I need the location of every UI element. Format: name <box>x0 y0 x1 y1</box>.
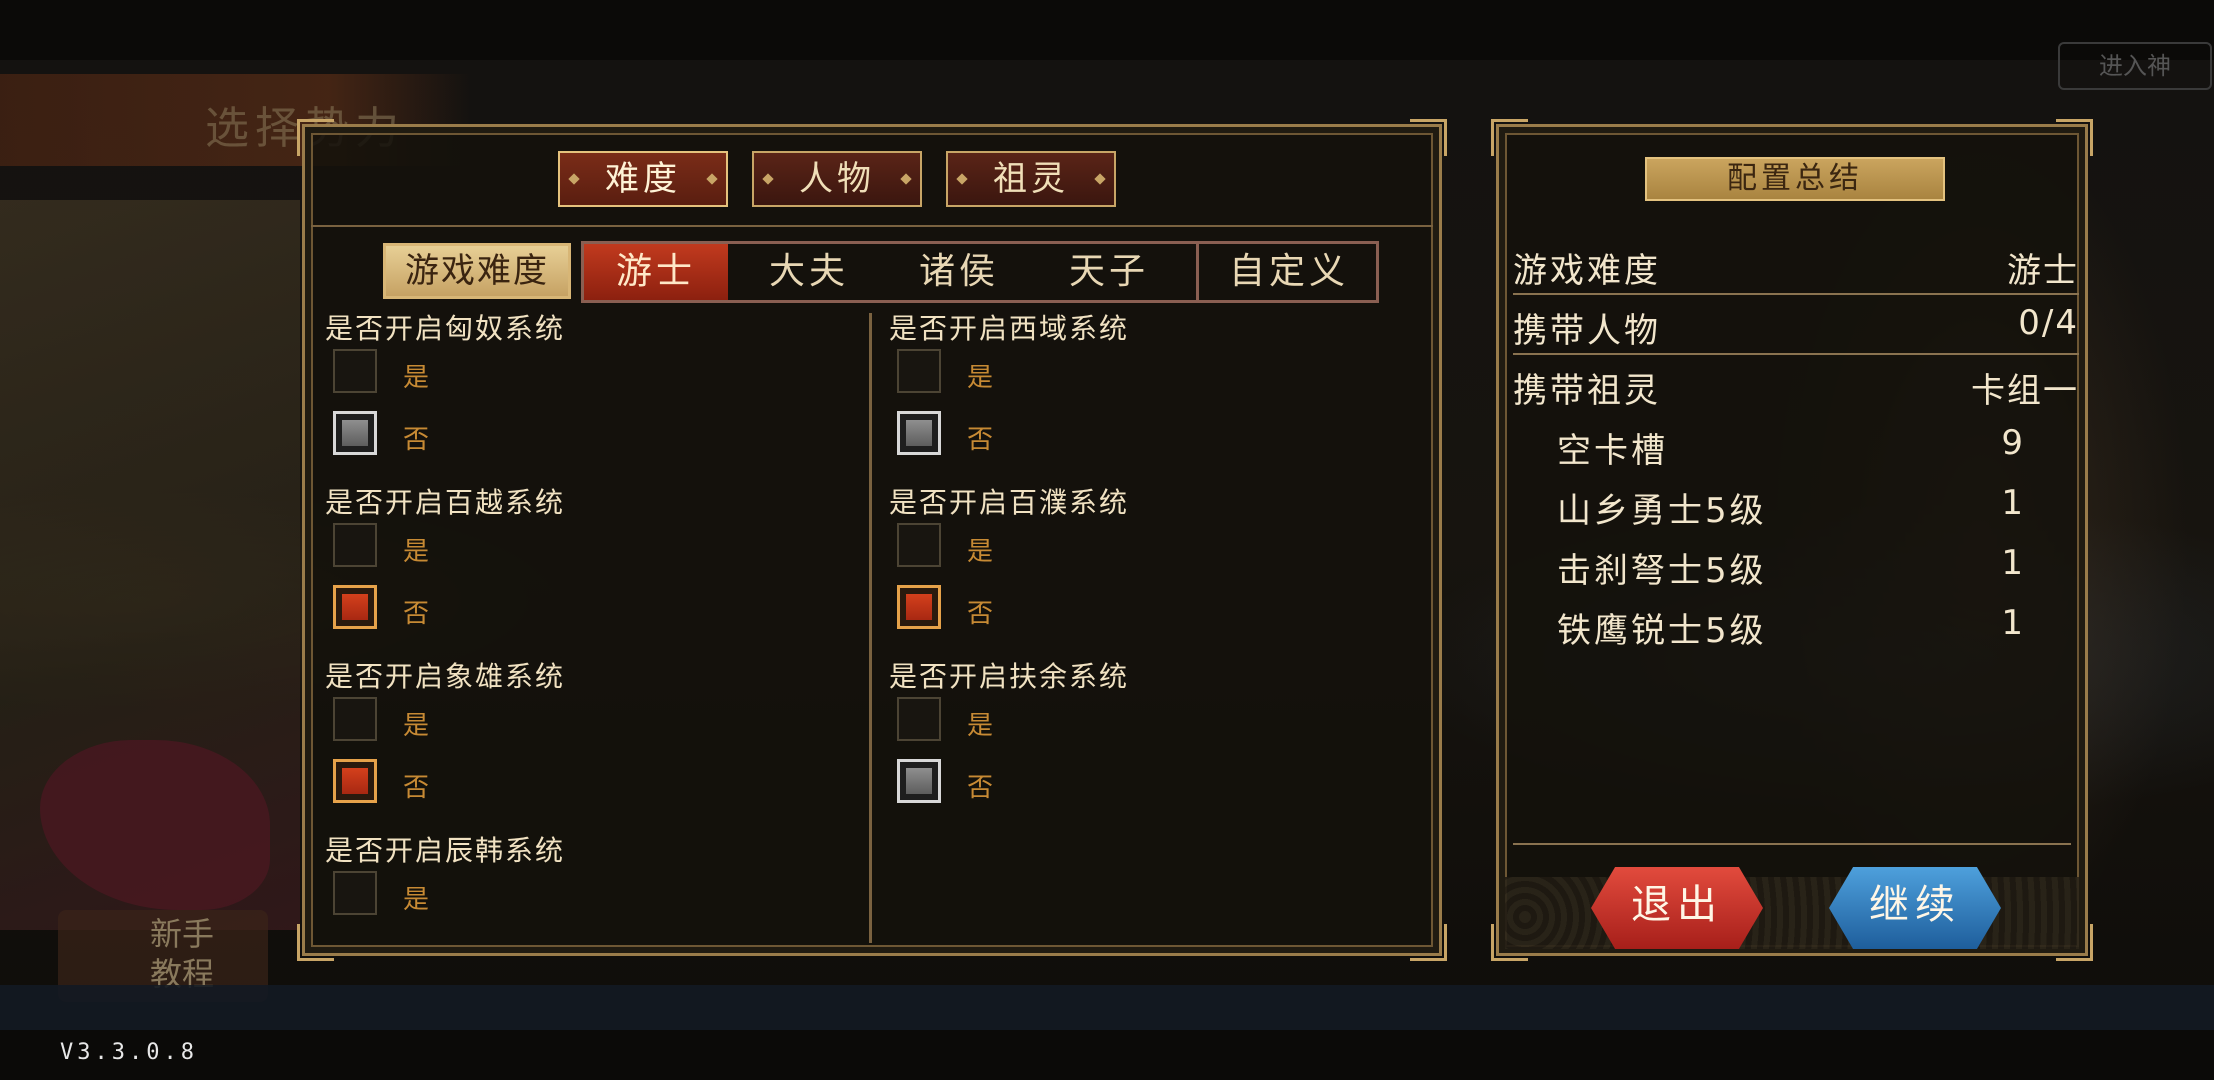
xiangxiong-yes-label: 是 <box>403 711 430 741</box>
baiyue-no-label: 否 <box>403 599 430 629</box>
summary-value: 卡组一 <box>1971 371 2079 411</box>
frame-corner <box>1410 119 1447 156</box>
card-row: 铁鹰锐士5级 1 <box>1513 595 2079 653</box>
summary-key: 携带人物 <box>1513 311 1661 351</box>
xiyu-no-checkbox[interactable] <box>897 411 941 455</box>
xiyu-no-label: 否 <box>967 425 994 455</box>
tab-characters[interactable]: 人物 <box>752 151 922 207</box>
baipu-yes-checkbox[interactable] <box>897 523 941 567</box>
card-count: 9 <box>2001 423 2023 463</box>
difficulty-option-zhuhou[interactable]: 诸侯 <box>884 244 1034 300</box>
xiangxiong-no-label: 否 <box>403 773 430 803</box>
frame-corner <box>297 119 334 156</box>
settings-panel: 难度 人物 祖灵 游戏难度 游士 大夫 诸侯 天子 自定义 是否开启匈奴系统 是… <box>297 119 1447 961</box>
baipu-no-label: 否 <box>967 599 994 629</box>
difficulty-option-dafu[interactable]: 大夫 <box>734 244 884 300</box>
fuyu-no-checkbox[interactable] <box>897 759 941 803</box>
card-name: 山乡勇士5级 <box>1557 491 1767 531</box>
difficulty-option-tianzi[interactable]: 天子 <box>1034 244 1184 300</box>
system-title-baipu: 是否开启百濮系统 <box>889 486 1130 519</box>
exit-button[interactable]: 退出 <box>1591 867 1763 949</box>
fuyu-yes-label: 是 <box>967 711 994 741</box>
chenhan-yes-checkbox[interactable] <box>333 871 377 915</box>
tab-ancestors[interactable]: 祖灵 <box>946 151 1116 207</box>
header-divider <box>311 225 1433 227</box>
xiongnu-yes-label: 是 <box>403 363 430 393</box>
frame-corner <box>297 924 334 961</box>
summary-divider <box>1513 843 2071 845</box>
summary-key: 携带祖灵 <box>1513 371 1661 411</box>
summary-row-difficulty: 游戏难度 游士 <box>1513 235 2079 295</box>
system-title-baiyue: 是否开启百越系统 <box>325 486 566 519</box>
card-count: 1 <box>2001 603 2023 643</box>
baiyue-yes-label: 是 <box>403 537 430 567</box>
tutorial-label: 新手教程 <box>150 915 215 993</box>
system-title-xiyu: 是否开启西域系统 <box>889 312 1130 345</box>
baipu-no-checkbox[interactable] <box>897 585 941 629</box>
card-name: 空卡槽 <box>1557 431 1668 471</box>
card-row: 击刹弩士5级 1 <box>1513 535 2079 593</box>
summary-title: 配置总结 <box>1645 157 1945 201</box>
difficulty-option-custom[interactable]: 自定义 <box>1196 244 1379 300</box>
column-divider <box>869 313 872 943</box>
continue-button[interactable]: 继续 <box>1829 867 2001 949</box>
card-row: 山乡勇士5级 1 <box>1513 475 2079 533</box>
frame-corner <box>1491 119 1528 156</box>
background-bottom-strip <box>0 985 2214 1030</box>
xiangxiong-no-checkbox[interactable] <box>333 759 377 803</box>
xiyu-yes-label: 是 <box>967 363 994 393</box>
baiyue-no-checkbox[interactable] <box>333 585 377 629</box>
xiangxiong-yes-checkbox[interactable] <box>333 697 377 741</box>
xiongnu-yes-checkbox[interactable] <box>333 349 377 393</box>
baiyue-yes-checkbox[interactable] <box>333 523 377 567</box>
summary-value: 游士 <box>2007 251 2079 291</box>
fuyu-no-label: 否 <box>967 773 994 803</box>
card-name: 铁鹰锐士5级 <box>1557 611 1767 651</box>
summary-key: 游戏难度 <box>1513 251 1661 291</box>
baipu-yes-label: 是 <box>967 537 994 567</box>
system-title-fuyu: 是否开启扶余系统 <box>889 660 1130 693</box>
summary-row-characters: 携带人物 0/4 <box>1513 295 2079 355</box>
chenhan-yes-label: 是 <box>403 885 430 915</box>
card-row: 空卡槽 9 <box>1513 415 2079 473</box>
card-name: 击刹弩士5级 <box>1557 551 1767 591</box>
system-title-xiongnu: 是否开启匈奴系统 <box>325 312 566 345</box>
version-label: V3.3.0.8 <box>60 1040 198 1065</box>
xiongnu-no-checkbox[interactable] <box>333 411 377 455</box>
frame-corner <box>1410 924 1447 961</box>
summary-panel: 配置总结 游戏难度 游士 携带人物 0/4 携带祖灵 卡组一 空卡槽 9 山乡勇… <box>1491 119 2093 961</box>
xiongnu-no-label: 否 <box>403 425 430 455</box>
system-title-xiangxiong: 是否开启象雄系统 <box>325 660 566 693</box>
summary-value: 0/4 <box>2018 303 2079 343</box>
fuyu-yes-checkbox[interactable] <box>897 697 941 741</box>
system-title-chenhan: 是否开启辰韩系统 <box>325 834 566 867</box>
card-count: 1 <box>2001 543 2023 583</box>
xiyu-yes-checkbox[interactable] <box>897 349 941 393</box>
difficulty-selector: 游士 大夫 诸侯 天子 自定义 <box>581 241 1379 303</box>
card-count: 1 <box>2001 483 2023 523</box>
difficulty-option-youshi[interactable]: 游士 <box>584 244 728 300</box>
difficulty-label: 游戏难度 <box>383 243 571 299</box>
frame-corner <box>2056 119 2093 156</box>
summary-row-ancestors: 携带祖灵 卡组一 <box>1513 355 2079 413</box>
background-top-right-button[interactable]: 进入神 <box>2058 42 2212 90</box>
tab-difficulty[interactable]: 难度 <box>558 151 728 207</box>
